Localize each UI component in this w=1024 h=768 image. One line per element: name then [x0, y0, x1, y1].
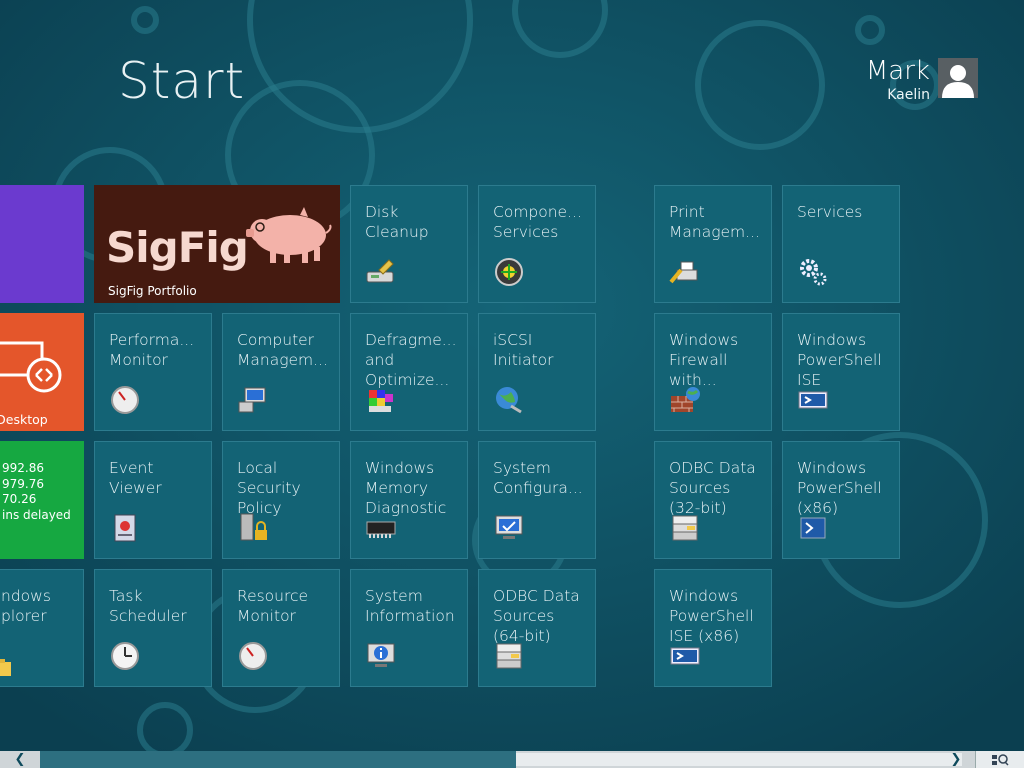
- tile-event-viewer[interactable]: Event Viewer: [94, 441, 212, 559]
- pig-icon: [246, 207, 332, 263]
- tile-component-services[interactable]: Compone... Services: [478, 185, 596, 303]
- tile-label: Computer Managem...: [237, 331, 328, 369]
- gauge-icon: [239, 642, 267, 670]
- horizontal-scrollbar[interactable]: ❮ ❯: [0, 751, 1024, 768]
- tile-windows-firewall[interactable]: Windows Firewall with...: [654, 313, 772, 431]
- tile-performance-monitor[interactable]: Performa... Monitor: [94, 313, 212, 431]
- tile-label: Windows Memory Diagnostic: [365, 459, 447, 517]
- gauge-icon: [111, 386, 139, 414]
- tile-odbc-32[interactable]: ODBC Data Sources (32-bit): [654, 441, 772, 559]
- tile-local-security-policy[interactable]: Local Security Policy: [222, 441, 340, 559]
- powershell-icon: [798, 391, 828, 409]
- tile-services[interactable]: Services: [782, 185, 900, 303]
- tile-resource-monitor[interactable]: Resource Monitor: [222, 569, 340, 687]
- user-icon: [942, 65, 974, 98]
- tile-powershell-x86[interactable]: Windows PowerShell (x86): [782, 441, 900, 559]
- tile-defragment[interactable]: Defragme... and Optimize...: [350, 313, 468, 431]
- info-icon: [367, 643, 395, 667]
- tile-remote-desktop[interactable]: note Desktop: [0, 313, 84, 431]
- globe-icon: [496, 387, 522, 414]
- tile-label: Defragme... and Optimize...: [365, 331, 457, 389]
- tile-task-scheduler[interactable]: Task Scheduler: [94, 569, 212, 687]
- tile-print-management[interactable]: Print Managem...: [654, 185, 772, 303]
- odbc-icon: [496, 643, 522, 669]
- firewall-icon: [671, 387, 700, 412]
- tile-label: Disk Cleanup: [365, 203, 429, 241]
- scroll-thumb[interactable]: [516, 753, 962, 766]
- tile-label: Windows PowerShell ISE (x86): [669, 587, 754, 645]
- tile-label: System Configura...: [493, 459, 583, 497]
- event-viewer-icon: [114, 514, 136, 542]
- tile-powershell-ise-x86[interactable]: Windows PowerShell ISE (x86): [654, 569, 772, 687]
- system-config-icon: [495, 515, 523, 539]
- scroll-left-icon[interactable]: ❮: [0, 751, 40, 768]
- tile-label: Windows PowerShell ISE: [797, 331, 882, 389]
- disk-cleanup-icon: [366, 259, 394, 283]
- remote-desktop-icon: [0, 341, 62, 393]
- tile-label: ODBC Data Sources (64-bit): [493, 587, 580, 645]
- print-management-icon: [669, 261, 698, 284]
- tile-sigfig-portfolio[interactable]: SigFig SigFig Portfolio: [94, 185, 340, 303]
- tile-label: Performa... Monitor: [109, 331, 195, 369]
- user-first-name: Mark: [865, 56, 930, 86]
- scroll-track[interactable]: [40, 751, 516, 768]
- tile-computer-management[interactable]: Computer Managem...: [222, 313, 340, 431]
- tile-system-configuration[interactable]: System Configura...: [478, 441, 596, 559]
- stock-values: 992.86 979.76 70.26 ins delayed: [2, 461, 71, 522]
- gear-icon: [800, 259, 827, 286]
- semantic-zoom-icon[interactable]: [975, 751, 1024, 768]
- tile-iscsi-initiator[interactable]: iSCSI Initiator: [478, 313, 596, 431]
- page-title: Start: [118, 52, 246, 110]
- tile-label: Services: [797, 203, 863, 221]
- tile-powershell-ise[interactable]: Windows PowerShell ISE: [782, 313, 900, 431]
- security-policy-icon: [240, 513, 267, 541]
- clock-icon: [111, 642, 139, 670]
- tile-label: Windows Firewall with...: [669, 331, 739, 389]
- tile-label: System Information: [365, 587, 455, 625]
- scroll-right-icon[interactable]: ❯: [936, 751, 976, 768]
- component-services-icon: [495, 258, 523, 286]
- explorer-label: ndows plorer: [1, 587, 51, 625]
- tile-label: Resource Monitor: [237, 587, 309, 625]
- tile-stocks[interactable]: 992.86 979.76 70.26 ins delayed: [0, 441, 84, 559]
- tile-label: Print Managem...: [669, 203, 760, 241]
- tile-label: ODBC Data Sources (32-bit): [669, 459, 756, 517]
- user-account[interactable]: Mark Kaelin: [865, 56, 978, 104]
- tile-odbc-64[interactable]: ODBC Data Sources (64-bit): [478, 569, 596, 687]
- tile-system-information[interactable]: System Information: [350, 569, 468, 687]
- tile-purple-app[interactable]: [0, 185, 84, 303]
- tile-label: Compone... Services: [493, 203, 582, 241]
- powershell-icon: [670, 647, 700, 665]
- tile-label: Local Security Policy: [237, 459, 301, 517]
- powershell-icon: [800, 517, 826, 539]
- tile-label: iSCSI Initiator: [493, 331, 554, 369]
- zoom-out-icon: [992, 753, 1009, 766]
- tile-windows-explorer[interactable]: ndows plorer: [0, 569, 84, 687]
- avatar[interactable]: [938, 58, 978, 98]
- computer-management-icon: [238, 387, 266, 413]
- sigfig-caption: SigFig Portfolio: [108, 284, 197, 298]
- defrag-icon: [369, 390, 393, 412]
- tile-label: Windows PowerShell (x86): [797, 459, 882, 517]
- memory-icon: [366, 521, 396, 538]
- tile-label: Task Scheduler: [109, 587, 187, 625]
- tile-label: Event Viewer: [109, 459, 162, 497]
- tile-memory-diagnostic[interactable]: Windows Memory Diagnostic: [350, 441, 468, 559]
- user-last-name: Kaelin: [887, 87, 930, 104]
- tile-disk-cleanup[interactable]: Disk Cleanup: [350, 185, 468, 303]
- odbc-icon: [672, 515, 698, 541]
- remote-desktop-caption: note Desktop: [0, 412, 48, 427]
- folder-icon: [0, 659, 11, 676]
- sigfig-logo: SigFig: [106, 223, 249, 272]
